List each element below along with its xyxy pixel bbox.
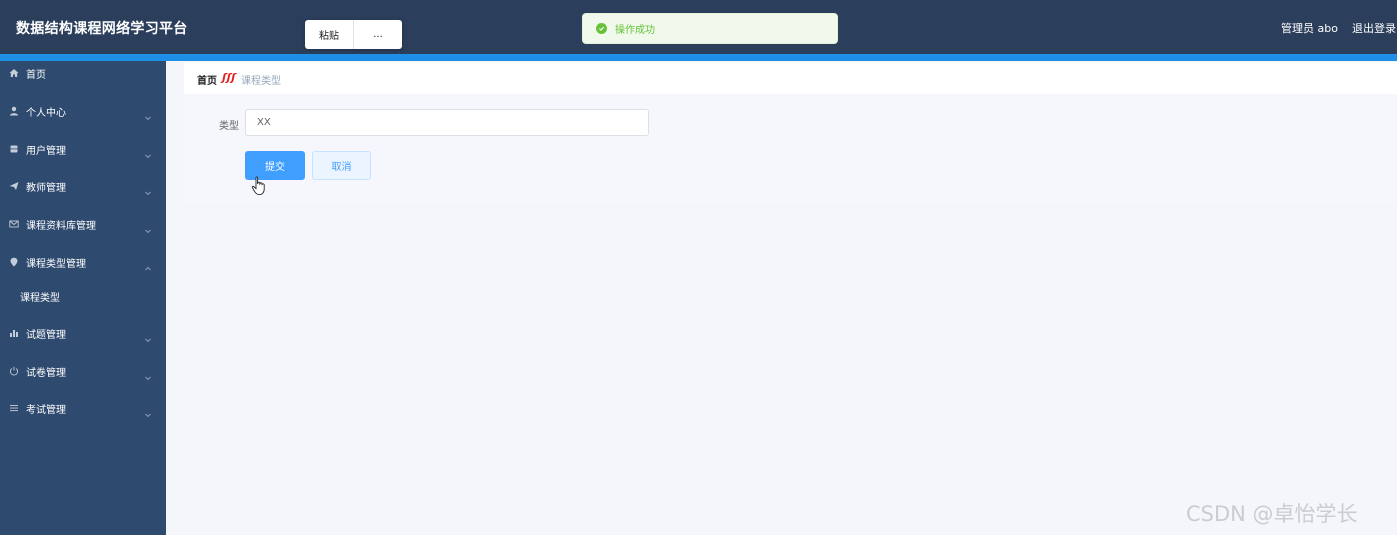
breadcrumb-current: 课程类型	[241, 76, 281, 87]
logout-link[interactable]: 退出登录	[1352, 20, 1396, 36]
sidebar-item-personal-center[interactable]: 个人中心	[0, 100, 166, 122]
sidebar-item-course-library[interactable]: 课程资料库管理	[0, 213, 166, 235]
sidebar-item-label: 课程资料库管理	[26, 220, 96, 232]
sidebar-item-label: 试题管理	[26, 329, 66, 341]
sidebar-item-label: 课程类型管理	[26, 258, 86, 270]
users-icon	[9, 144, 19, 154]
sidebar-item-label: 试卷管理	[26, 367, 66, 379]
location-icon	[9, 257, 19, 267]
sidebar-item-label: 用户管理	[26, 145, 66, 157]
watermark: CSDN @卓怡学长	[1186, 502, 1358, 526]
home-icon	[9, 68, 19, 78]
context-menu: 粘贴 ...	[305, 20, 402, 49]
hand-cursor-icon	[251, 176, 265, 196]
paste-menu-item[interactable]: 粘贴	[305, 20, 353, 49]
sidebar-item-course-type-management[interactable]: 课程类型管理	[0, 251, 166, 273]
chevron-down-icon	[144, 367, 152, 381]
chevron-down-icon	[144, 145, 152, 159]
breadcrumb-separator-icon: ʃʃʃ	[222, 71, 236, 84]
sidebar-item-user-management[interactable]: 用户管理	[0, 138, 166, 160]
chevron-down-icon	[144, 329, 152, 343]
type-input[interactable]	[245, 109, 649, 136]
toast-message: 操作成功	[615, 25, 655, 36]
sidebar-item-label: 考试管理	[26, 404, 66, 416]
sidebar-subitem-course-type[interactable]: 课程类型	[0, 284, 166, 306]
menu-icon	[9, 403, 19, 413]
type-field-label: 类型	[219, 121, 239, 132]
sidebar-item-question-management[interactable]: 试题管理	[0, 322, 166, 344]
chevron-up-icon	[144, 258, 152, 271]
app-title: 数据结构课程网络学习平台	[16, 21, 188, 37]
chevron-down-icon	[144, 182, 152, 196]
sidebar-item-home[interactable]: 首页	[0, 62, 166, 84]
power-icon	[9, 366, 19, 376]
chevron-down-icon	[144, 220, 152, 234]
sidebar-item-exam-management[interactable]: 考试管理	[0, 397, 166, 419]
bar-chart-icon	[9, 328, 19, 338]
breadcrumb-home[interactable]: 首页	[197, 72, 217, 87]
header-accent-strip	[0, 54, 1397, 61]
breadcrumb: 首页 ʃʃʃ 课程类型	[184, 62, 1397, 94]
chevron-down-icon	[144, 404, 152, 418]
sidebar-item-teacher-management[interactable]: 教师管理	[0, 175, 166, 197]
user-icon	[9, 106, 19, 116]
check-circle-icon	[596, 23, 607, 34]
sidebar-subitem-label: 课程类型	[20, 293, 60, 304]
more-menu-item[interactable]: ...	[353, 20, 402, 49]
sidebar-item-label: 首页	[26, 69, 46, 81]
sidebar-item-paper-management[interactable]: 试卷管理	[0, 360, 166, 382]
cancel-button[interactable]: 取消	[312, 151, 371, 180]
send-icon	[9, 181, 19, 191]
sidebar: 首页 个人中心 用户管理 教师管理 课程资料库管理 课程类型管理 课程类型 试题…	[0, 61, 166, 535]
mail-icon	[9, 219, 19, 229]
sidebar-item-label: 个人中心	[26, 107, 66, 119]
user-label: 管理员 abo	[1281, 22, 1338, 35]
sidebar-item-label: 教师管理	[26, 182, 66, 194]
chevron-down-icon	[144, 107, 152, 121]
success-toast: 操作成功	[582, 13, 838, 44]
